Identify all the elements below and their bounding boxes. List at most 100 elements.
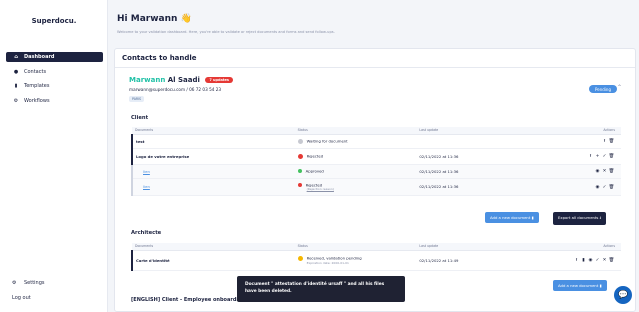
eye-icon[interactable]: ◉: [594, 169, 601, 174]
trash-icon[interactable]: 🗑: [608, 185, 615, 190]
add-document-button[interactable]: Add a new document ▮: [485, 212, 539, 223]
contact-last-name: Al Saadi: [167, 76, 200, 84]
trash-icon[interactable]: 🗑: [608, 154, 615, 159]
column-header: Last update: [416, 127, 537, 135]
toast-notification: Document " attestation d'identité ursaff…: [237, 276, 405, 302]
column-header: Status: [294, 243, 417, 251]
expiration-date: Expiration date: 2000-01-01: [306, 260, 349, 265]
status-badge: Pending: [589, 85, 617, 93]
table-row: lien Approved 02/11/2022 at 11:36 ◉ ✕ 🗑: [131, 164, 621, 179]
trash-icon[interactable]: 🗑: [608, 258, 615, 263]
upload-icon[interactable]: ⭱: [587, 152, 594, 160]
upload-icon[interactable]: ⭱: [601, 137, 608, 145]
row-actions: ⭱ + ✓ 🗑: [536, 148, 621, 165]
file-icon: ▮: [599, 283, 602, 288]
column-header: Actions: [536, 127, 621, 135]
file-icon: ▮: [14, 83, 18, 89]
document-link[interactable]: lien: [131, 164, 295, 179]
row-actions: ◉ ✓ 🗑: [536, 178, 621, 196]
home-icon: ⌂: [14, 54, 18, 60]
contacts-panel: Contacts to handle Marwann Al Saadi 7 up…: [114, 48, 636, 312]
table-row: Carte d'identité Received, validation pe…: [131, 250, 621, 271]
contact-first-name: Marwann: [129, 76, 166, 84]
sidebar-bottom: ⚙ Settings Log out: [12, 278, 45, 308]
updates-badge: 7 updates: [205, 77, 233, 83]
table-row: lien Rejected (Rejection reason) 02/11/20…: [131, 178, 621, 196]
last-update: [416, 134, 537, 149]
status-dot: [297, 169, 302, 174]
document-status: Waiting for document: [294, 134, 417, 149]
row-actions: ⭱ ▮ ◉ ✓ ✕ 🗑: [536, 250, 621, 271]
close-icon[interactable]: ✕: [601, 258, 608, 263]
eye-icon[interactable]: ◉: [587, 258, 594, 263]
workflow-icon: ⚙: [13, 97, 19, 104]
contact-details: marwann@superdocu.com / 06 72 03 54 23: [129, 87, 222, 92]
rejection-reason-link[interactable]: (Rejection reason): [307, 187, 417, 191]
table-header: Documents Status Last update Actions: [132, 127, 621, 135]
upload-icon[interactable]: ⭱: [573, 256, 580, 264]
sidebar-item-label: Templates: [24, 83, 50, 89]
close-icon[interactable]: ✕: [601, 169, 608, 174]
page-subtitle: Welcome to your validation dashboard. He…: [117, 30, 335, 34]
gear-icon: ⚙: [12, 279, 17, 286]
last-update: 02/11/2022 at 11:36: [416, 148, 537, 165]
export-documents-button[interactable]: Export all documents ⭳: [553, 212, 606, 225]
row-actions: ◉ ✕ 🗑: [536, 164, 621, 179]
logout-link[interactable]: Log out: [12, 293, 45, 302]
last-update: 02/11/2022 at 11:49: [416, 250, 537, 271]
trash-icon[interactable]: 🗑: [608, 139, 615, 144]
file-icon: ▮: [531, 215, 534, 220]
column-header: Status: [294, 127, 417, 135]
sidebar-item-dashboard[interactable]: ⌂ Dashboard: [6, 52, 103, 62]
column-header: Actions: [536, 243, 621, 251]
document-name: test: [131, 134, 295, 149]
section-title: Contacts to handle: [122, 54, 197, 62]
document-link[interactable]: lien: [131, 178, 295, 196]
last-update: 02/11/2022 at 11:36: [416, 164, 537, 179]
client-section-title: Client: [131, 115, 149, 121]
status-dot: [297, 255, 303, 261]
table-row: test Waiting for document ⭱ 🗑: [131, 134, 621, 149]
sidebar-item-contacts[interactable]: ● Contacts: [6, 67, 103, 77]
check-icon[interactable]: ✓: [601, 185, 608, 190]
sidebar-item-workflows[interactable]: ⚙ Workflows: [6, 96, 103, 106]
document-status: Rejected (Rejection reason): [294, 178, 417, 196]
client-documents-table: Documents Status Last update Actions tes…: [131, 127, 621, 196]
page-title: Hi Marwann 👋: [117, 14, 192, 24]
brand-logo[interactable]: Superdocu.: [0, 17, 108, 25]
location-tag: PARIS: [129, 96, 145, 102]
file-icon[interactable]: ▮: [580, 258, 587, 263]
document-name: Carte d'identité: [131, 250, 295, 271]
user-icon: ●: [13, 68, 19, 75]
table-header: Documents Status Last update Actions: [132, 243, 621, 251]
check-icon[interactable]: ✓: [601, 154, 608, 159]
sidebar-nav: ⌂ Dashboard ● Contacts ▮ Templates ⚙ Wor…: [6, 52, 103, 110]
divider: [115, 67, 635, 68]
status-dot: [297, 182, 302, 187]
architecte-documents-table: Documents Status Last update Actions Car…: [131, 243, 621, 271]
contact-name[interactable]: Marwann Al Saadi 7 updates: [129, 76, 233, 84]
document-name: Logo de votre entreprise: [131, 148, 295, 165]
settings-label: Settings: [24, 279, 45, 286]
next-section-title: [ENGLISH] Client - Employee onboarding: [131, 297, 246, 303]
logout-label: Log out: [12, 294, 31, 301]
chevron-up-icon[interactable]: ⌃: [617, 84, 622, 91]
sidebar-item-label: Contacts: [24, 68, 47, 75]
column-header: Last update: [416, 243, 537, 251]
document-status: Approved: [294, 164, 417, 179]
add-document-button[interactable]: Add a new document ▮: [553, 280, 607, 291]
check-icon[interactable]: ✓: [594, 258, 601, 263]
document-status: Rejected: [294, 148, 417, 165]
trash-icon[interactable]: 🗑: [608, 169, 615, 174]
settings-link[interactable]: ⚙ Settings: [12, 278, 45, 287]
column-header: Documents: [132, 127, 295, 135]
chat-icon[interactable]: 💬: [614, 286, 632, 304]
sidebar-item-templates[interactable]: ▮ Templates: [6, 81, 103, 91]
architecte-section-title: Architecte: [131, 230, 162, 236]
column-header: Documents: [132, 243, 295, 251]
last-update: 02/11/2022 at 11:36: [416, 178, 537, 196]
plus-icon[interactable]: +: [594, 154, 601, 159]
download-icon: ⭳: [599, 215, 601, 220]
document-status: Received, validation pending Expiration d…: [294, 250, 417, 271]
eye-icon[interactable]: ◉: [594, 185, 601, 190]
